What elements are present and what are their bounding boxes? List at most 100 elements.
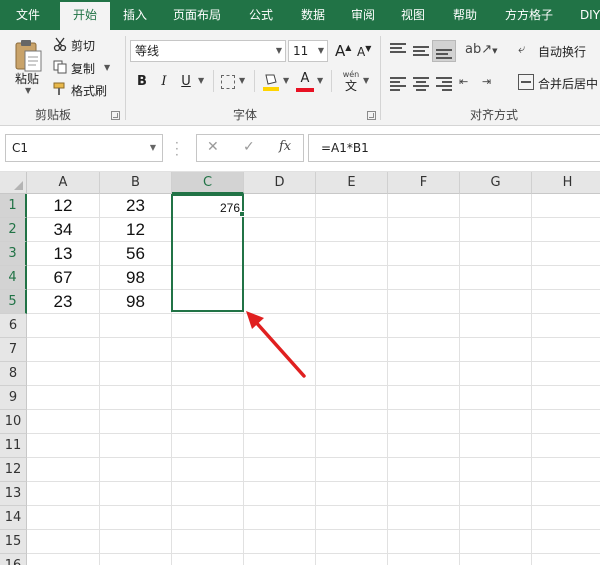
cell-f2[interactable] — [388, 218, 460, 242]
cell-h11[interactable] — [532, 434, 600, 458]
tab-review[interactable]: 审阅 — [342, 0, 384, 30]
column-header-f[interactable]: F — [388, 172, 460, 194]
cell-h2[interactable] — [532, 218, 600, 242]
decrease-indent-icon[interactable]: ⇤ — [459, 75, 477, 91]
cell-d3[interactable] — [244, 242, 316, 266]
tab-page-layout[interactable]: 页面布局 — [166, 0, 228, 30]
cell-c9[interactable] — [172, 386, 244, 410]
tab-home[interactable]: 开始 — [60, 2, 110, 30]
cell-e5[interactable] — [316, 290, 388, 314]
format-painter-button[interactable]: 格式刷 — [71, 82, 107, 99]
cell-a13[interactable] — [27, 482, 100, 506]
phonetic-guide-icon[interactable]: wén 文 — [340, 70, 362, 94]
paste-button-label[interactable]: 粘贴 — [15, 70, 39, 87]
cell-f16[interactable] — [388, 554, 460, 565]
column-header-g[interactable]: G — [460, 172, 532, 194]
row-header-1[interactable]: 1 — [0, 194, 27, 218]
cell-e10[interactable] — [316, 410, 388, 434]
cell-a12[interactable] — [27, 458, 100, 482]
orientation-icon[interactable]: ab↗▼ — [465, 42, 498, 60]
cell-h8[interactable] — [532, 362, 600, 386]
cell-a6[interactable] — [27, 314, 100, 338]
cell-f4[interactable] — [388, 266, 460, 290]
cell-f7[interactable] — [388, 338, 460, 362]
align-top-icon[interactable] — [390, 43, 406, 55]
cell-c13[interactable] — [172, 482, 244, 506]
align-bottom-button[interactable] — [432, 40, 456, 62]
cell-g9[interactable] — [460, 386, 532, 410]
cell-a16[interactable] — [27, 554, 100, 565]
insert-function-icon[interactable]: fx — [279, 139, 291, 154]
select-all-button[interactable] — [0, 172, 27, 194]
column-header-h[interactable]: H — [532, 172, 600, 194]
cell-a10[interactable] — [27, 410, 100, 434]
shrink-font-button[interactable]: A▼ — [357, 44, 371, 59]
cell-h1[interactable] — [532, 194, 600, 218]
cell-a2[interactable]: 34 — [27, 218, 100, 242]
cell-g12[interactable] — [460, 458, 532, 482]
cell-e16[interactable] — [316, 554, 388, 565]
cell-d11[interactable] — [244, 434, 316, 458]
cell-c11[interactable] — [172, 434, 244, 458]
cell-c8[interactable] — [172, 362, 244, 386]
font-color-icon[interactable]: A — [296, 72, 314, 92]
row-header-4[interactable]: 4 — [0, 266, 27, 290]
cell-a11[interactable] — [27, 434, 100, 458]
column-header-c[interactable]: C — [172, 172, 244, 194]
cell-b5[interactable]: 98 — [100, 290, 172, 314]
cell-h15[interactable] — [532, 530, 600, 554]
cell-d16[interactable] — [244, 554, 316, 565]
wrap-text-button[interactable]: 自动换行 — [538, 43, 586, 60]
cell-c14[interactable] — [172, 506, 244, 530]
cell-d10[interactable] — [244, 410, 316, 434]
row-header-16[interactable]: 16 — [0, 554, 27, 565]
cell-h13[interactable] — [532, 482, 600, 506]
font-name-select[interactable]: 等线 ▼ — [130, 40, 286, 62]
cell-g2[interactable] — [460, 218, 532, 242]
fill-color-dropdown-icon[interactable]: ▼ — [283, 76, 289, 85]
cell-b11[interactable] — [100, 434, 172, 458]
cell-e11[interactable] — [316, 434, 388, 458]
cell-f15[interactable] — [388, 530, 460, 554]
row-header-5[interactable]: 5 — [0, 290, 27, 314]
cell-a3[interactable]: 13 — [27, 242, 100, 266]
column-header-d[interactable]: D — [244, 172, 316, 194]
font-size-select[interactable]: 11 ▼ — [288, 40, 328, 62]
formula-input[interactable]: =A1*B1 — [308, 134, 600, 162]
cell-a7[interactable] — [27, 338, 100, 362]
cell-h10[interactable] — [532, 410, 600, 434]
cell-d13[interactable] — [244, 482, 316, 506]
cell-d15[interactable] — [244, 530, 316, 554]
cell-f14[interactable] — [388, 506, 460, 530]
merge-center-button[interactable]: 合并后居中 — [538, 75, 598, 92]
cell-d1[interactable] — [244, 194, 316, 218]
column-header-e[interactable]: E — [316, 172, 388, 194]
cell-g6[interactable] — [460, 314, 532, 338]
cell-e14[interactable] — [316, 506, 388, 530]
cell-a14[interactable] — [27, 506, 100, 530]
tab-formulas[interactable]: 公式 — [240, 0, 282, 30]
cell-d4[interactable] — [244, 266, 316, 290]
cell-g1[interactable] — [460, 194, 532, 218]
cell-b12[interactable] — [100, 458, 172, 482]
italic-button[interactable]: I — [155, 71, 173, 93]
tab-help[interactable]: 帮助 — [444, 0, 486, 30]
row-header-3[interactable]: 3 — [0, 242, 27, 266]
more-options-icon[interactable]: · · · — [175, 137, 179, 161]
cell-b9[interactable] — [100, 386, 172, 410]
row-header-6[interactable]: 6 — [0, 314, 27, 338]
border-icon[interactable] — [221, 75, 235, 89]
cell-b15[interactable] — [100, 530, 172, 554]
cell-e1[interactable] — [316, 194, 388, 218]
cell-g14[interactable] — [460, 506, 532, 530]
cell-g16[interactable] — [460, 554, 532, 565]
cell-b6[interactable] — [100, 314, 172, 338]
cell-c6[interactable] — [172, 314, 244, 338]
copy-dropdown-icon[interactable]: ▼ — [104, 63, 110, 72]
tab-view[interactable]: 视图 — [392, 0, 434, 30]
cell-e3[interactable] — [316, 242, 388, 266]
cell-f6[interactable] — [388, 314, 460, 338]
align-right-icon[interactable] — [436, 77, 452, 93]
cell-h9[interactable] — [532, 386, 600, 410]
enter-icon[interactable]: ✓ — [243, 139, 255, 155]
